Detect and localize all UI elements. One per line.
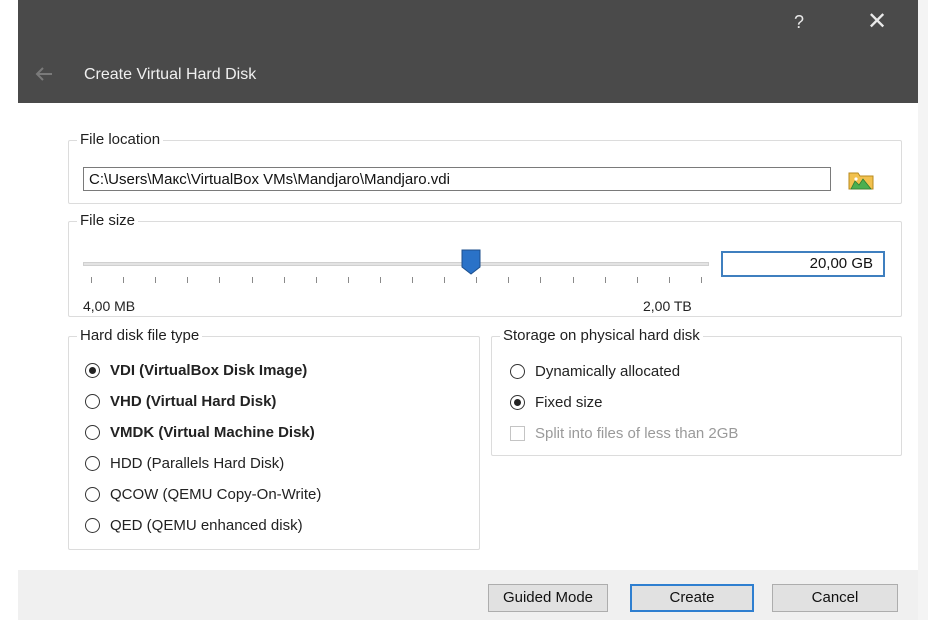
disk-type-label: VDI (VirtualBox Disk Image): [110, 361, 308, 379]
disk-type-group: Hard disk file type VDI (VirtualBox Disk…: [68, 327, 480, 550]
disk-type-radio[interactable]: [85, 517, 100, 533]
guided-mode-button[interactable]: Guided Mode: [488, 584, 608, 612]
storage-label: Fixed size: [535, 393, 603, 411]
slider-tick: [315, 277, 317, 283]
arrow-left-icon[interactable]: [32, 62, 56, 86]
file-location-group: File location C:\Users\Макс\VirtualBox V…: [68, 131, 902, 204]
file-size-title: File size: [77, 212, 139, 229]
split-files-checkbox-row[interactable]: Split into files of less than 2GB: [510, 422, 738, 444]
disk-type-radio[interactable]: [85, 362, 100, 378]
slider-tick: [636, 277, 638, 283]
file-size-input[interactable]: 20,00 GB: [721, 251, 885, 277]
close-button[interactable]: ✕: [862, 8, 892, 36]
create-virtual-hard-disk-dialog: ? ✕ Create Virtual Hard Disk File locati…: [18, 0, 918, 620]
disk-type-option[interactable]: HDD (Parallels Hard Disk): [85, 452, 284, 474]
split-files-checkbox[interactable]: [510, 425, 525, 441]
file-size-group: File size 20,00 GB 4,00 MB 2,00 TB: [68, 212, 902, 317]
disk-type-label: QCOW (QEMU Copy-On-Write): [110, 485, 322, 503]
disk-type-option[interactable]: VDI (VirtualBox Disk Image): [85, 359, 307, 381]
disk-type-label: HDD (Parallels Hard Disk): [110, 454, 285, 472]
slider-tick: [155, 277, 157, 283]
disk-type-option[interactable]: QED (QEMU enhanced disk): [85, 514, 303, 536]
slider-tick: [668, 277, 670, 283]
slider-tick: [701, 277, 702, 283]
storage-label: Dynamically allocated: [535, 362, 681, 380]
storage-group: Storage on physical hard disk Dynamicall…: [491, 327, 902, 456]
disk-type-title: Hard disk file type: [77, 327, 203, 344]
disk-type-radio[interactable]: [85, 424, 100, 440]
storage-title: Storage on physical hard disk: [500, 327, 703, 344]
disk-type-label: QED (QEMU enhanced disk): [110, 516, 303, 534]
disk-type-radio[interactable]: [85, 455, 100, 471]
slider-tick: [540, 277, 542, 283]
cancel-button[interactable]: Cancel: [772, 584, 898, 612]
slider-tick: [444, 277, 446, 283]
slider-tick: [347, 277, 349, 283]
folder-icon[interactable]: [847, 168, 877, 192]
max-size-label: 2,00 TB: [643, 298, 692, 314]
storage-option[interactable]: Dynamically allocated: [510, 360, 680, 382]
split-files-label: Split into files of less than 2GB: [535, 424, 739, 442]
slider-tick: [251, 277, 253, 283]
window-edge: [918, 0, 928, 620]
disk-type-label: VHD (Virtual Hard Disk): [110, 392, 277, 410]
dialog-content: File location C:\Users\Макс\VirtualBox V…: [18, 103, 918, 570]
slider-tick: [219, 277, 221, 283]
page: ? ✕ Create Virtual Hard Disk File locati…: [0, 0, 928, 620]
disk-type-radio[interactable]: [85, 393, 100, 409]
slider-tick: [412, 277, 414, 283]
slider-tick: [283, 277, 285, 283]
disk-type-radio[interactable]: [85, 486, 100, 502]
slider-tick: [91, 277, 92, 283]
disk-type-label: VMDK (Virtual Machine Disk): [110, 423, 315, 441]
slider-tick: [604, 277, 606, 283]
disk-type-option[interactable]: QCOW (QEMU Copy-On-Write): [85, 483, 321, 505]
slider-tick: [123, 277, 125, 283]
storage-radio[interactable]: [510, 394, 525, 410]
file-size-slider-track[interactable]: [83, 262, 709, 266]
slider-tick: [572, 277, 574, 283]
dialog-header: ? ✕ Create Virtual Hard Disk: [18, 0, 918, 103]
dialog-footer: Guided Mode Create Cancel: [18, 570, 918, 620]
disk-type-option[interactable]: VMDK (Virtual Machine Disk): [85, 421, 315, 443]
file-path-input[interactable]: C:\Users\Макс\VirtualBox VMs\Mandjaro\Ma…: [83, 167, 831, 191]
file-location-title: File location: [77, 131, 164, 148]
slider-tick: [508, 277, 510, 283]
slider-tick: [379, 277, 381, 283]
slider-tick: [187, 277, 189, 283]
min-size-label: 4,00 MB: [83, 298, 136, 314]
slider-tick: [476, 277, 478, 283]
disk-type-option[interactable]: VHD (Virtual Hard Disk): [85, 390, 276, 412]
dialog-title: Create Virtual Hard Disk: [84, 66, 257, 83]
storage-option[interactable]: Fixed size: [510, 391, 603, 413]
file-size-slider-handle[interactable]: [461, 249, 481, 275]
help-button[interactable]: ?: [788, 10, 810, 34]
storage-radio[interactable]: [510, 363, 525, 379]
create-button[interactable]: Create: [630, 584, 754, 612]
